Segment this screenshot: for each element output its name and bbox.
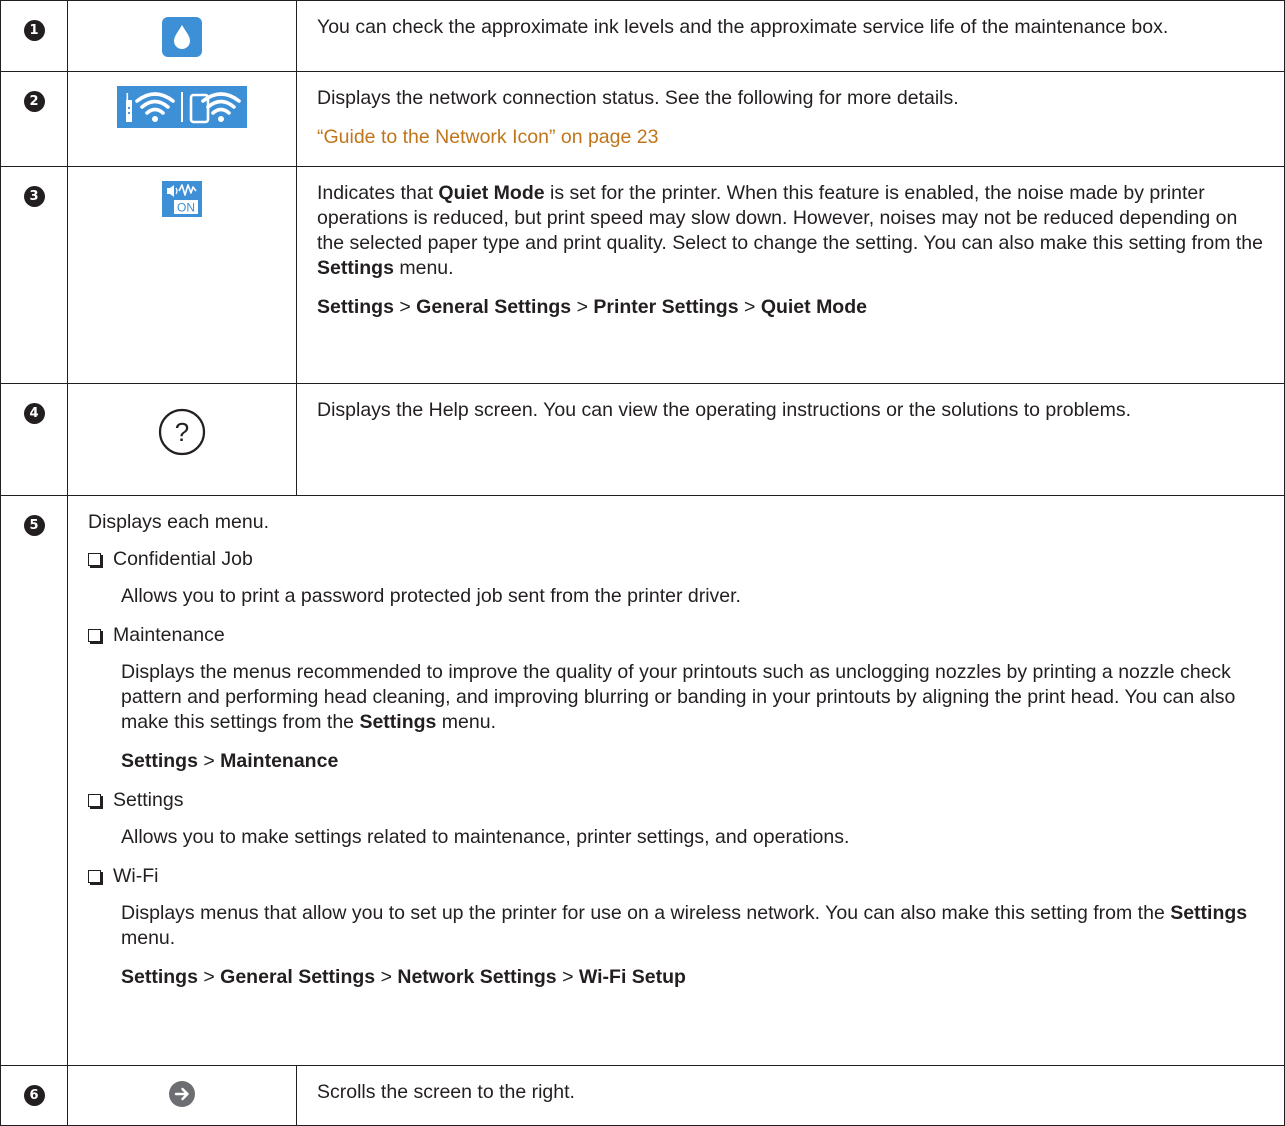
table-row: 1 You can check the approximate ink leve…	[0, 0, 1285, 72]
description-text: Displays each menu.	[88, 511, 270, 533]
callout-number: 2	[23, 91, 45, 112]
description-text: Displays the Help screen. You can view t…	[317, 399, 1132, 421]
description-text: Scrolls the screen to the right.	[317, 1081, 575, 1103]
list-item: Maintenance	[88, 623, 1264, 648]
svg-text:ON: ON	[177, 201, 195, 215]
icon-cell: ?	[67, 383, 297, 496]
help-icon[interactable]: ?	[158, 408, 206, 462]
table-row: 5 Displays each menu. Confidential Job A…	[0, 495, 1285, 1066]
menu-description-cell: Displays each menu. Confidential Job All…	[67, 495, 1285, 1066]
callout-number: 5	[23, 515, 45, 536]
description-cell: Scrolls the screen to the right.	[296, 1065, 1285, 1126]
table-row: 3 ON Indicates that Quiet Mode is set fo…	[0, 166, 1285, 384]
icon-cell	[67, 0, 297, 72]
icon-cell	[67, 71, 297, 167]
arrow-right-icon[interactable]	[168, 1080, 196, 1114]
description-cell: You can check the approximate ink levels…	[296, 0, 1285, 72]
ink-drop-icon[interactable]	[162, 17, 202, 63]
row-number-cell: 6	[0, 1065, 68, 1126]
row-number-cell: 2	[0, 71, 68, 167]
description-cell: Indicates that Quiet Mode is set for the…	[296, 166, 1285, 384]
svg-text:?: ?	[175, 417, 189, 447]
row-number-cell: 4	[0, 383, 68, 496]
list-item: Confidential Job	[88, 547, 1264, 572]
icon-cell: ON	[67, 166, 297, 384]
checkbox-bullet-icon	[88, 794, 101, 807]
description-text: Displays the network connection status. …	[317, 87, 959, 109]
quiet-mode-on-icon[interactable]: ON	[162, 181, 202, 223]
checkbox-bullet-icon	[88, 629, 101, 642]
description-cell: Displays the network connection status. …	[296, 71, 1285, 167]
list-item: Settings	[88, 788, 1264, 813]
settings-path: Settings > General Settings > Network Se…	[121, 966, 686, 988]
panel-guide-table: 1 You can check the approximate ink leve…	[0, 0, 1285, 1126]
table-row: 2 Displays the network connection status…	[0, 71, 1285, 167]
list-item: Wi-Fi	[88, 864, 1264, 889]
table-row: 4 ? Displays the Help screen. You can vi…	[0, 383, 1285, 496]
checkbox-bullet-icon	[88, 553, 101, 566]
callout-number: 1	[23, 20, 45, 41]
callout-number: 6	[23, 1085, 45, 1106]
settings-path: Settings > Maintenance	[121, 750, 339, 772]
row-number-cell: 1	[0, 0, 68, 72]
network-status-icon[interactable]	[117, 86, 247, 134]
description-text: Indicates that Quiet Mode is set for the…	[317, 182, 1263, 279]
row-number-cell: 5	[0, 495, 68, 1066]
settings-path: Settings > General Settings > Printer Se…	[317, 296, 867, 318]
callout-number: 3	[23, 186, 45, 207]
description-text: You can check the approximate ink levels…	[317, 16, 1169, 38]
icon-cell	[67, 1065, 297, 1126]
table-row: 6 Scrolls the screen to the right.	[0, 1065, 1285, 1126]
description-cell: Displays the Help screen. You can view t…	[296, 383, 1285, 496]
row-number-cell: 3	[0, 166, 68, 384]
checkbox-bullet-icon	[88, 870, 101, 883]
callout-number: 4	[23, 403, 45, 424]
network-icon-guide-link[interactable]: “Guide to the Network Icon” on page 23	[317, 126, 658, 148]
